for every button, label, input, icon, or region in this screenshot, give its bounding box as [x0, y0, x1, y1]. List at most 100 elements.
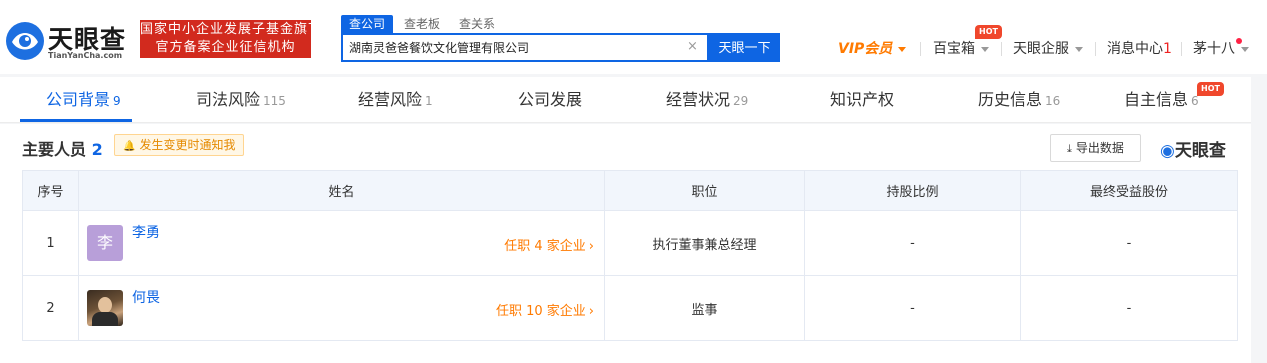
col-header-position: 职位 — [604, 170, 805, 211]
share-cell: - — [804, 275, 1021, 341]
baobox-menu[interactable]: 百宝箱 — [933, 39, 989, 59]
chevron-right-icon: › — [588, 303, 594, 319]
search-tab-company[interactable]: 查公司 — [341, 15, 394, 33]
chevron-down-icon — [1241, 46, 1249, 52]
chevron-down-icon — [898, 46, 907, 52]
tab-business-risk[interactable]: 经营风险 1 — [358, 77, 433, 123]
personnel-table: 序号 姓名 职位 持股比例 最终受益股份 1 李 李勇 任职 4 家企业 › 执行… — [22, 170, 1238, 341]
tab-count: 1 — [425, 94, 433, 108]
gov-badge-line: 官方备案企业征信机构 — [155, 40, 296, 55]
export-button[interactable]: ⤓ 导出数据 — [1050, 134, 1141, 162]
avatar-face — [98, 296, 112, 313]
message-center-label: 消息中心 — [1107, 41, 1163, 57]
active-tab-underline — [20, 119, 132, 122]
notify-button[interactable]: 🔔 发生变更时通知我 — [114, 134, 244, 156]
tab-intellectual-property[interactable]: 知识产权 — [830, 77, 894, 123]
row-index: 2 — [22, 275, 79, 341]
search-tab-boss[interactable]: 查老板 — [404, 15, 440, 33]
vip-menu[interactable]: VIP会员 — [838, 39, 907, 59]
tab-company-background[interactable]: 公司背景 9 — [46, 77, 121, 123]
tab-count: 16 — [1045, 94, 1061, 108]
benefit-cell: - — [1020, 275, 1238, 341]
bell-icon: 🔔 — [123, 141, 136, 152]
brand-watermark: ◉天眼查 — [1160, 136, 1226, 161]
chevron-right-icon: › — [588, 238, 594, 254]
divider — [1181, 42, 1182, 56]
tab-count: 6 — [1191, 94, 1199, 108]
held-companies-link[interactable]: 任职 4 家企业 › — [504, 235, 594, 254]
search-button[interactable]: 天眼一下 — [709, 33, 780, 62]
table-header-row: 序号 姓名 职位 持股比例 最终受益股份 — [22, 170, 1238, 211]
tab-count: 9 — [113, 94, 121, 108]
notification-dot — [1236, 38, 1242, 44]
name-cell: 何畏 任职 10 家企业 › — [78, 275, 605, 341]
tab-count: 29 — [733, 94, 749, 108]
tab-company-development[interactable]: 公司发展 — [518, 77, 582, 123]
tab-label: 历史信息 — [978, 90, 1043, 109]
name-cell: 李 李勇 任职 4 家企业 › — [78, 210, 605, 276]
tab-label: 经营风险 — [358, 90, 423, 109]
share-cell: - — [804, 210, 1021, 276]
table-row: 2 何畏 任职 10 家企业 › 监事 - - — [22, 275, 1238, 341]
row-index: 1 — [22, 210, 79, 276]
tab-self-info[interactable]: 自主信息 6 — [1124, 77, 1199, 123]
tab-label: 经营状况 — [666, 90, 731, 109]
message-count: 1 — [1163, 41, 1172, 57]
brand-text: 天眼查 — [1174, 141, 1226, 161]
logo[interactable]: 天眼查 TianYanCha.com — [6, 20, 132, 64]
logo-eye-icon — [6, 22, 44, 60]
section-title-text: 主要人员 — [22, 140, 87, 159]
enterprise-service-menu[interactable]: 天眼企服 — [1013, 39, 1083, 59]
table-row: 1 李 李勇 任职 4 家企业 › 执行董事兼总经理 - - — [22, 210, 1238, 276]
top-header: 天眼查 TianYanCha.com 国家中小企业发展子基金旗下 官方备案企业征… — [0, 0, 1267, 74]
chevron-down-icon — [1075, 46, 1083, 52]
search-tab-relation[interactable]: 查关系 — [459, 15, 495, 33]
tab-label: 司法风险 — [196, 90, 261, 109]
tab-label: 公司发展 — [518, 90, 583, 109]
gov-badge-line: 国家中小企业发展子基金旗下 — [140, 22, 323, 37]
section-title: 主要人员 2 — [22, 136, 103, 160]
tab-label: 自主信息 — [1124, 90, 1189, 109]
divider — [1095, 42, 1096, 56]
message-center[interactable]: 消息中心1 — [1107, 39, 1172, 59]
held-text: 任职 4 家企业 — [504, 238, 586, 254]
person-name-link[interactable]: 李勇 — [132, 222, 160, 242]
person-name-link[interactable]: 何畏 — [132, 287, 160, 307]
download-icon: ⤓ — [1067, 142, 1072, 155]
search-box: × — [341, 33, 709, 62]
search-input[interactable] — [349, 35, 679, 60]
avatar-photo[interactable] — [87, 289, 123, 326]
hot-badge: HOT — [1197, 82, 1224, 96]
benefit-cell: - — [1020, 210, 1238, 276]
enterprise-label: 天眼企服 — [1013, 41, 1069, 57]
main-personnel-section: 主要人员 2 🔔 发生变更时通知我 ⤓ 导出数据 ◉天眼查 序号 姓名 职位 持股比… — [0, 124, 1251, 363]
avatar-body — [92, 311, 118, 326]
tab-business-status[interactable]: 经营状况 29 — [666, 77, 748, 123]
col-header-share: 持股比例 — [804, 170, 1021, 211]
user-name: 茅十八 — [1193, 41, 1235, 57]
gov-badge: 国家中小企业发展子基金旗下 官方备案企业征信机构 — [140, 20, 323, 58]
tab-count: 115 — [263, 94, 286, 108]
tab-history[interactable]: 历史信息 16 — [978, 77, 1060, 123]
held-companies-link[interactable]: 任职 10 家企业 › — [496, 300, 594, 319]
baobox-label: 百宝箱 — [933, 41, 975, 57]
position-cell: 执行董事兼总经理 — [604, 210, 805, 276]
chevron-down-icon — [981, 46, 989, 52]
col-header-name: 姓名 — [78, 170, 605, 211]
position-cell: 监事 — [604, 275, 805, 341]
logo-domain: TianYanCha.com — [48, 51, 123, 60]
section-tabs: 公司背景 9 司法风险 115 经营风险 1 公司发展 经营状况 29 知识产权 历史信… — [0, 77, 1251, 123]
brand-eye-icon: ◉ — [1160, 141, 1175, 161]
tab-label: 知识产权 — [830, 90, 895, 109]
notify-label: 发生变更时通知我 — [139, 138, 236, 152]
held-text: 任职 10 家企业 — [495, 303, 586, 319]
col-header-index: 序号 — [22, 170, 79, 211]
tab-label: 公司背景 — [46, 90, 111, 109]
avatar[interactable]: 李 — [87, 224, 123, 261]
divider — [1001, 42, 1002, 56]
tab-judicial-risk[interactable]: 司法风险 115 — [196, 77, 286, 123]
hot-badge: HOT — [975, 25, 1002, 39]
col-header-benefit: 最终受益股份 — [1020, 170, 1238, 211]
section-count: 2 — [91, 140, 103, 159]
clear-icon[interactable]: × — [687, 39, 698, 54]
